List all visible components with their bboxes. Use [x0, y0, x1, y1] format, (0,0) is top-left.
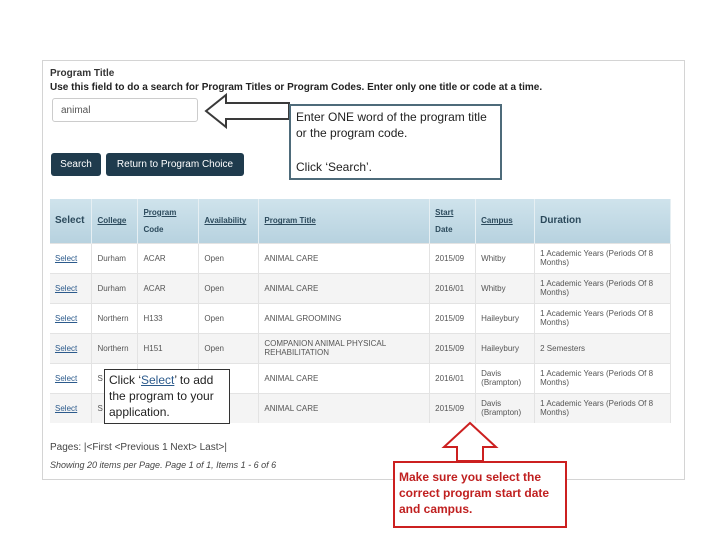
start-date-cell: 2015/09 [429, 392, 477, 423]
college-column-header[interactable]: College [91, 199, 139, 243]
select-link[interactable]: Select [50, 272, 93, 303]
start-date-warning-callout: Make sure you select the correct program… [393, 461, 567, 528]
select-instruction-prefix: Click ‘ [109, 373, 141, 387]
campus-cell: Davis (Brampton) [475, 362, 536, 393]
select-link[interactable]: Select [50, 332, 93, 363]
program-code-cell: ACAR [137, 242, 200, 273]
college-cell: Northern [91, 332, 139, 363]
search-instruction-text: Enter ONE word of the program title or t… [296, 110, 487, 140]
availability-cell: Open [198, 302, 260, 333]
campus-cell: Whitby [475, 242, 536, 273]
campus-column-header[interactable]: Campus [475, 199, 536, 243]
search-button[interactable]: Search [51, 153, 101, 176]
start-date-cell: 2015/09 [429, 242, 477, 273]
table-row: Select Northern H151 Open COMPANION ANIMAL P… [50, 332, 671, 363]
program-title-cell: ANIMAL CARE [258, 392, 431, 423]
program-title-cell: ANIMAL CARE [258, 272, 431, 303]
program-title-label: Program Title [50, 68, 115, 79]
duration-cell: 1 Academic Years (Periods Of 8 Months) [534, 362, 671, 393]
table-row: Select Durham ACAR Open ANIMAL CARE 2016/01 Wh… [50, 272, 671, 303]
availability-column-header[interactable]: Availability [198, 199, 260, 243]
duration-cell: 1 Academic Years (Periods Of 8 Months) [534, 302, 671, 333]
campus-cell: Haileybury [475, 302, 536, 333]
click-search-instruction: Click ‘Search’. [296, 160, 373, 174]
program-search-input[interactable] [52, 98, 198, 122]
program-code-cell: H133 [137, 302, 200, 333]
duration-cell: 1 Academic Years (Periods Of 8 Months) [534, 242, 671, 273]
college-cell: Durham [91, 272, 139, 303]
start-date-cell: 2016/01 [429, 272, 477, 303]
program-title-cell: COMPANION ANIMAL PHYSICAL REHABILITATION [258, 332, 431, 363]
program-title-column-header[interactable]: Program Title [258, 199, 431, 243]
duration-cell: 1 Academic Years (Periods Of 8 Months) [534, 392, 671, 423]
program-title-cell: ANIMAL GROOMING [258, 302, 431, 333]
availability-cell: Open [198, 332, 260, 363]
college-cell: Northern [91, 302, 139, 333]
program-code-cell: ACAR [137, 272, 200, 303]
select-column-header: Select [50, 199, 93, 243]
program-title-cell: ANIMAL CARE [258, 362, 431, 393]
campus-cell: Haileybury [475, 332, 536, 363]
campus-cell: Davis (Brampton) [475, 392, 536, 423]
program-code-cell: H151 [137, 332, 200, 363]
select-instruction-word: Select [141, 373, 175, 387]
select-instruction-callout: Click ‘Select’ to add the program to you… [104, 369, 230, 424]
table-header-row: Select College Program Code Availability … [50, 199, 671, 243]
start-date-cell: 2015/09 [429, 332, 477, 363]
availability-cell: Open [198, 272, 260, 303]
select-link[interactable]: Select [50, 242, 93, 273]
table-row: Select Northern H133 Open ANIMAL GROOMING 201… [50, 302, 671, 333]
select-link[interactable]: Select [50, 302, 93, 333]
select-link[interactable]: Select [50, 362, 93, 393]
results-summary: Showing 20 items per Page. Page 1 of 1, … [50, 460, 277, 470]
return-to-program-choice-button[interactable]: Return to Program Choice [106, 153, 244, 176]
start-date-cell: 2015/09 [429, 302, 477, 333]
duration-column-header: Duration [534, 199, 671, 243]
duration-cell: 2 Semesters [534, 332, 671, 363]
start-date-column-header[interactable]: Start Date [429, 199, 477, 243]
pagination[interactable]: Pages: |<First <Previous 1 Next> Last>| [50, 442, 227, 453]
program-code-column-header[interactable]: Program Code [137, 199, 200, 243]
search-instruction-callout: Enter ONE word of the program title or t… [289, 104, 502, 180]
availability-cell: Open [198, 242, 260, 273]
table-row: Select Durham ACAR Open ANIMAL CARE 2015/09 Wh… [50, 242, 671, 273]
select-link[interactable]: Select [50, 392, 93, 423]
college-cell: Durham [91, 242, 139, 273]
duration-cell: 1 Academic Years (Periods Of 8 Months) [534, 272, 671, 303]
start-date-cell: 2016/01 [429, 362, 477, 393]
campus-cell: Whitby [475, 272, 536, 303]
program-title-help: Use this field to do a search for Progra… [50, 82, 543, 93]
program-title-cell: ANIMAL CARE [258, 242, 431, 273]
